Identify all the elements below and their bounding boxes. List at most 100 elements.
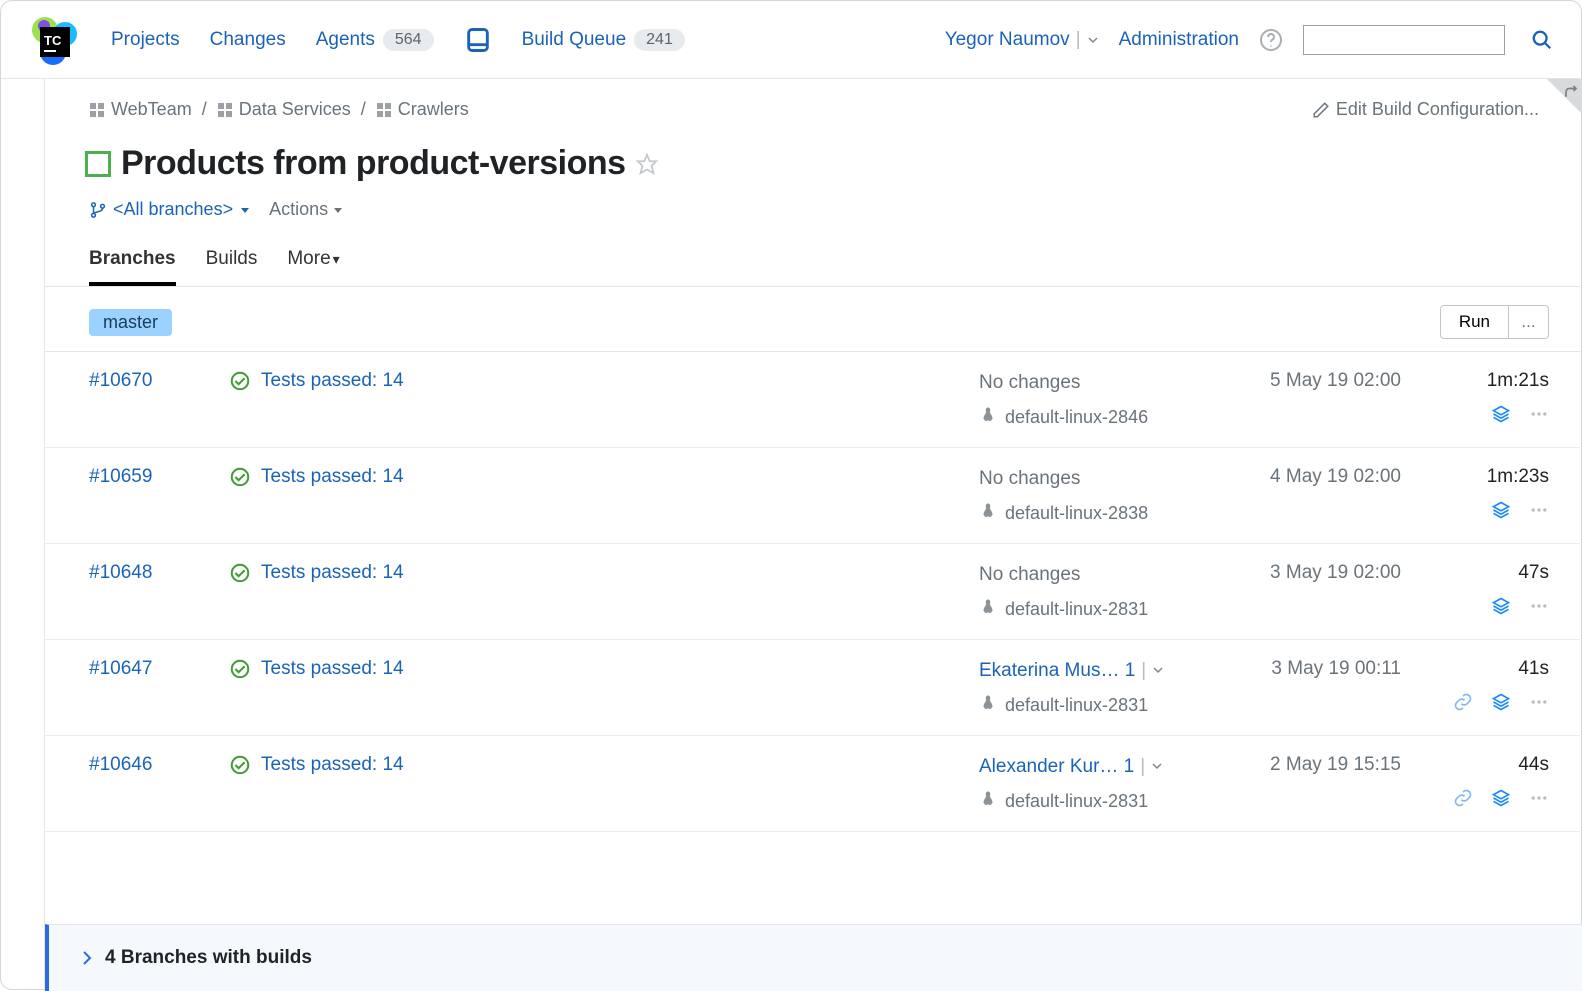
build-status-link[interactable]: Tests passed: 14 [261, 370, 404, 392]
nav-projects[interactable]: Projects [111, 29, 180, 51]
agent-line[interactable]: default-linux-2838 [979, 502, 1219, 525]
tabs: Branches Builds More▾ [45, 248, 1582, 287]
build-id-link[interactable]: #10647 [89, 658, 229, 680]
breadcrumb-l2[interactable]: Data Services [217, 99, 351, 120]
topbar: TC Projects Changes Agents 564 Build Que… [1, 1, 1582, 79]
linux-icon [979, 790, 997, 813]
changes-text: No changes [979, 466, 1219, 492]
caret-down-icon [239, 204, 251, 216]
breadcrumb: WebTeam / Data Services / Crawlers [89, 99, 469, 120]
linux-icon [979, 406, 997, 429]
teamcity-logo[interactable]: TC [25, 12, 81, 68]
build-duration: 44s [1518, 754, 1549, 776]
layers-icon[interactable] [1491, 596, 1511, 616]
more-dots-icon[interactable] [1529, 788, 1549, 808]
branch-pill[interactable]: master [89, 309, 172, 336]
nav-administration[interactable]: Administration [1119, 29, 1239, 51]
success-check-icon [229, 658, 251, 680]
tab-builds[interactable]: Builds [206, 248, 258, 286]
more-dots-icon[interactable] [1529, 692, 1549, 712]
user-dropdown[interactable]: Yegor Naumov | [945, 29, 1099, 51]
branches-with-builds-label: 4 Branches with builds [105, 947, 312, 969]
layers-icon[interactable] [1491, 404, 1511, 424]
branch-icon [89, 201, 107, 219]
build-duration: 1m:23s [1487, 466, 1549, 488]
star-icon[interactable] [636, 153, 658, 175]
build-duration: 47s [1518, 562, 1549, 584]
pencil-icon [1312, 101, 1330, 119]
build-row: #10670 Tests passed: 14 No changes defau… [45, 352, 1582, 448]
success-check-icon [229, 754, 251, 776]
changes-text[interactable]: Alexander Kur… 1| [979, 754, 1219, 780]
build-timestamp: 3 May 19 02:00 [1219, 562, 1419, 584]
build-list: #10670 Tests passed: 14 No changes defau… [45, 352, 1582, 832]
linux-icon [979, 598, 997, 621]
build-timestamp: 5 May 19 02:00 [1219, 370, 1419, 392]
branches-with-builds-expander[interactable]: 4 Branches with builds [45, 924, 1582, 991]
changes-text[interactable]: Ekaterina Mus… 1| [979, 658, 1219, 684]
nav-build-queue[interactable]: Build Queue [522, 29, 627, 51]
build-row: #10659 Tests passed: 14 No changes defau… [45, 448, 1582, 544]
build-timestamp: 4 May 19 02:00 [1219, 466, 1419, 488]
search-input[interactable] [1304, 29, 1504, 50]
linux-icon [979, 502, 997, 525]
agents-count-badge: 564 [383, 29, 434, 51]
build-id-link[interactable]: #10646 [89, 754, 229, 776]
run-button[interactable]: Run [1440, 305, 1509, 339]
tab-branches[interactable]: Branches [89, 248, 176, 286]
layers-icon[interactable] [1491, 500, 1511, 520]
user-name-label: Yegor Naumov [945, 29, 1070, 51]
device-icon[interactable] [464, 26, 492, 54]
agent-line[interactable]: default-linux-2831 [979, 598, 1219, 621]
tab-more[interactable]: More▾ [287, 248, 339, 286]
help-icon[interactable] [1259, 28, 1283, 52]
build-status-link[interactable]: Tests passed: 14 [261, 754, 404, 776]
build-timestamp: 3 May 19 00:11 [1219, 658, 1419, 680]
more-dots-icon[interactable] [1529, 500, 1549, 520]
build-id-link[interactable]: #10648 [89, 562, 229, 584]
main-nav: Projects Changes Agents 564 Build Queue … [111, 26, 685, 54]
build-timestamp: 2 May 19 15:15 [1219, 754, 1419, 776]
chevron-right-icon [79, 950, 95, 966]
build-id-link[interactable]: #10659 [89, 466, 229, 488]
run-more-button[interactable]: ... [1509, 305, 1549, 339]
actions-dropdown[interactable]: Actions [269, 199, 344, 220]
build-status-link[interactable]: Tests passed: 14 [261, 466, 404, 488]
agent-line[interactable]: default-linux-2831 [979, 694, 1219, 717]
build-id-link[interactable]: #10670 [89, 370, 229, 392]
changes-dropdown[interactable] [1152, 660, 1164, 682]
run-button-group: Run ... [1440, 305, 1549, 339]
breadcrumb-l3[interactable]: Crawlers [376, 99, 469, 120]
agent-line[interactable]: default-linux-2846 [979, 406, 1219, 429]
link-icon[interactable] [1453, 692, 1473, 712]
search-icon[interactable] [1531, 29, 1553, 51]
agent-line[interactable]: default-linux-2831 [979, 790, 1219, 813]
edit-build-config[interactable]: Edit Build Configuration... [1312, 99, 1539, 120]
link-icon[interactable] [1453, 788, 1473, 808]
linux-icon [979, 694, 997, 717]
changes-text: No changes [979, 370, 1219, 396]
success-check-icon [229, 466, 251, 488]
build-row: #10646 Tests passed: 14 Alexander Kur… 1… [45, 736, 1582, 832]
breadcrumb-l1[interactable]: WebTeam [89, 99, 192, 120]
build-row: #10648 Tests passed: 14 No changes defau… [45, 544, 1582, 640]
build-status-link[interactable]: Tests passed: 14 [261, 658, 404, 680]
layers-icon[interactable] [1491, 692, 1511, 712]
build-status-square-icon [85, 151, 111, 177]
changes-dropdown[interactable] [1151, 756, 1163, 778]
nav-changes[interactable]: Changes [210, 29, 286, 51]
success-check-icon [229, 370, 251, 392]
more-dots-icon[interactable] [1529, 596, 1549, 616]
build-status-link[interactable]: Tests passed: 14 [261, 562, 404, 584]
nav-agents[interactable]: Agents [316, 29, 375, 51]
caret-down-icon [1087, 34, 1099, 46]
branch-selector[interactable]: <All branches> [89, 199, 251, 220]
changes-text: No changes [979, 562, 1219, 588]
build-row: #10647 Tests passed: 14 Ekaterina Mus… 1… [45, 640, 1582, 736]
success-check-icon [229, 562, 251, 584]
queue-count-badge: 241 [634, 29, 685, 51]
layers-icon[interactable] [1491, 788, 1511, 808]
build-duration: 1m:21s [1487, 370, 1549, 392]
more-dots-icon[interactable] [1529, 404, 1549, 424]
caret-down-icon [332, 204, 344, 216]
